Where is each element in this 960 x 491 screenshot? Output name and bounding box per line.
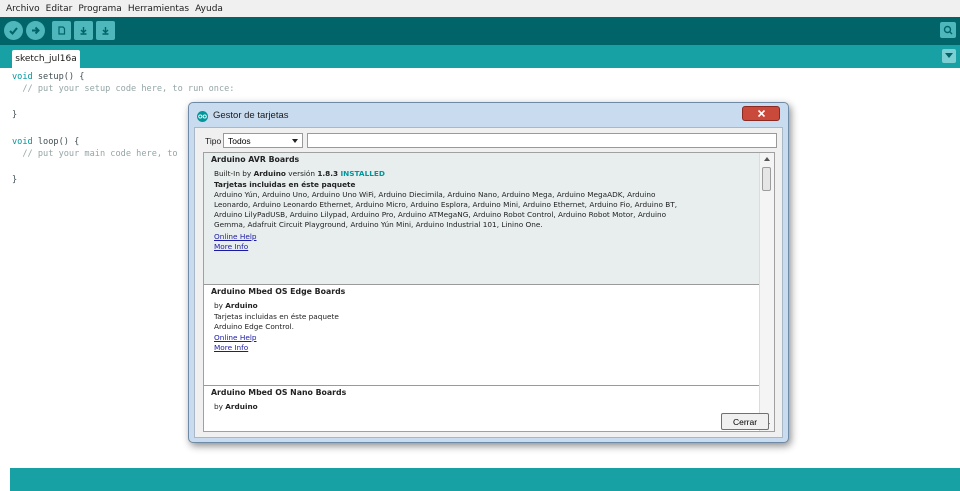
code-line: } — [12, 110, 18, 120]
scroll-thumb[interactable] — [762, 167, 771, 191]
arduino-logo-icon — [197, 111, 208, 122]
menu-editar[interactable]: Editar — [46, 4, 73, 14]
search-input[interactable] — [307, 133, 777, 148]
boards-included: Arduino LilyPadUSB, Arduino Lilypad, Ard… — [214, 210, 667, 219]
menu-bar: Archivo Editar Programa Herramientas Ayu… — [0, 0, 960, 17]
menu-programa[interactable]: Programa — [78, 4, 122, 14]
list-item[interactable]: Arduino Mbed OS Edge Boards by Arduino T… — [204, 285, 760, 385]
online-help-link[interactable]: Online Help — [214, 232, 257, 241]
upload-icon[interactable] — [26, 21, 45, 40]
tab-menu-icon[interactable] — [942, 49, 956, 63]
boards-list: Arduino AVR Boards Built-In by Arduino v… — [203, 152, 775, 432]
close-icon[interactable] — [742, 106, 780, 121]
new-icon[interactable] — [52, 21, 71, 40]
boards-included: Arduino Edge Control. — [214, 322, 294, 331]
list-item[interactable]: Arduino Mbed OS Nano Boards by Arduino — [204, 386, 760, 431]
boards-included: Arduino Yún, Arduino Uno, Arduino Uno Wi… — [214, 190, 656, 199]
tab-bar: sketch_jul16a — [0, 45, 960, 68]
type-filter-select[interactable]: Todos — [223, 133, 303, 148]
chevron-down-icon — [292, 139, 298, 143]
code-line: } — [12, 175, 18, 185]
code-line: void setup() { — [12, 72, 85, 82]
online-help-link[interactable]: Online Help — [214, 333, 257, 342]
board-name: Arduino Mbed OS Nano Boards — [211, 388, 347, 397]
boards-included: Gemma, Adafruit Circuit Playground, Ardu… — [214, 220, 543, 229]
board-name: Arduino AVR Boards — [211, 155, 300, 164]
board-author: by Arduino — [214, 402, 258, 411]
menu-herramientas[interactable]: Herramientas — [128, 4, 189, 14]
code-line: // put your main code here, to — [12, 149, 178, 159]
list-scrollbar[interactable] — [759, 153, 774, 431]
included-label: Tarjetas incluidas en éste paquete — [214, 180, 356, 189]
open-icon[interactable] — [74, 21, 93, 40]
code-line: // put your setup code here, to run once… — [12, 84, 235, 94]
verify-icon[interactable] — [4, 21, 23, 40]
code-line: void loop() { — [12, 137, 80, 147]
console-area — [10, 468, 960, 491]
filter-label: Tipo — [205, 136, 222, 146]
boards-manager-dialog: Gestor de tarjetas Tipo Todos Arduino AV… — [188, 102, 789, 443]
menu-ayuda[interactable]: Ayuda — [195, 4, 223, 14]
dialog-content: Tipo Todos Arduino AVR Boards Built-In b… — [194, 127, 783, 438]
board-author: by Arduino — [214, 301, 258, 310]
scroll-up-icon[interactable] — [764, 157, 770, 161]
list-item[interactable]: Arduino AVR Boards Built-In by Arduino v… — [204, 153, 760, 284]
tab-sketch[interactable]: sketch_jul16a — [12, 50, 80, 68]
serial-monitor-icon[interactable] — [940, 22, 956, 38]
type-filter-value: Todos — [228, 135, 251, 146]
dialog-title: Gestor de tarjetas — [213, 110, 289, 121]
more-info-link[interactable]: More Info — [214, 242, 248, 251]
installed-badge: INSTALLED — [340, 169, 385, 178]
save-icon[interactable] — [96, 21, 115, 40]
included-label: Tarjetas incluidas en éste paquete — [214, 312, 339, 321]
boards-included: Leonardo, Arduino Leonardo Ethernet, Ard… — [214, 200, 678, 209]
board-builtin: Built-In by Arduino versión 1.8.3 INSTAL… — [214, 169, 385, 178]
toolbar — [0, 17, 960, 45]
close-button[interactable]: Cerrar — [721, 413, 769, 430]
more-info-link[interactable]: More Info — [214, 343, 248, 352]
menu-archivo[interactable]: Archivo — [6, 4, 40, 14]
board-name: Arduino Mbed OS Edge Boards — [211, 287, 346, 296]
